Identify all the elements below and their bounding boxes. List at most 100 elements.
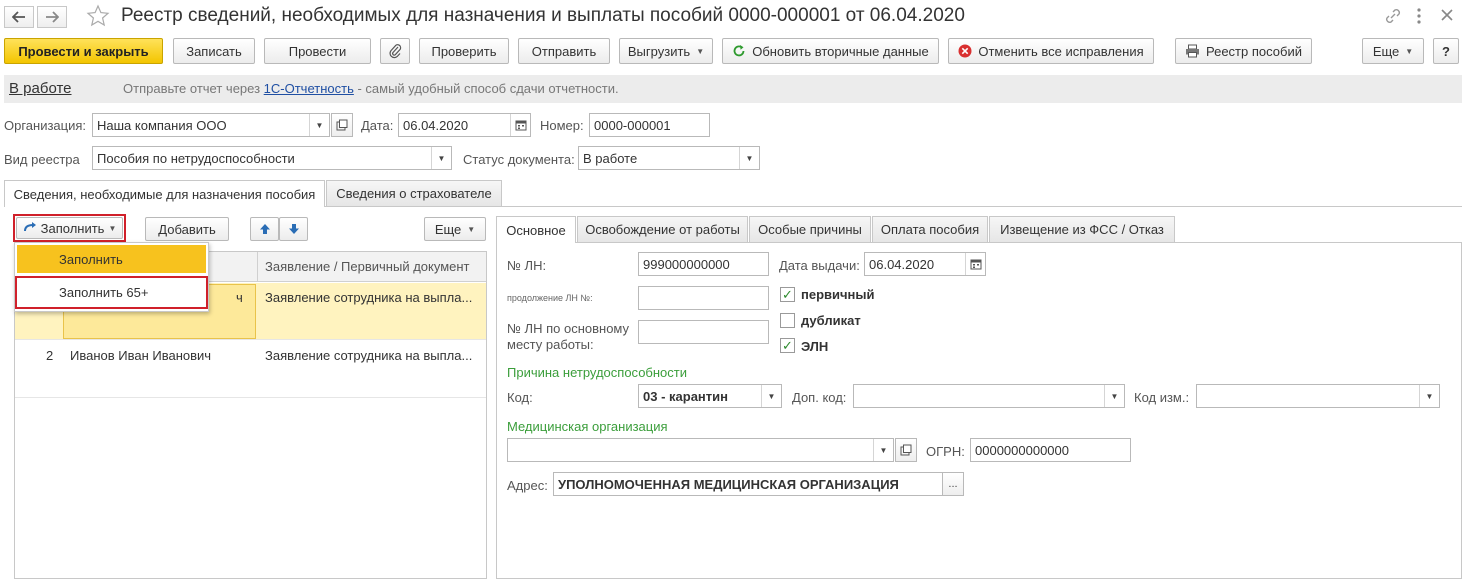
tab-main[interactable]: Основное — [496, 216, 576, 243]
row-1-name-tail: ч — [236, 290, 243, 305]
duplicate-checkbox[interactable] — [780, 313, 795, 328]
address-field[interactable]: УПОЛНОМОЧЕННАЯ МЕДИЦИНСКАЯ ОРГАНИЗАЦИЯ — [553, 472, 943, 496]
document-status-value: В работе — [583, 150, 638, 166]
chevron-down-icon[interactable]: ▼ — [431, 147, 451, 169]
menu-item-fill-65[interactable]: Заполнить 65+ — [15, 276, 208, 309]
number-value: 0000-000001 — [594, 117, 671, 133]
left-more-button[interactable]: Еще ▼ — [424, 217, 486, 241]
tab-benefit-payment[interactable]: Оплата пособия — [872, 216, 988, 242]
cancel-fixes-button[interactable]: Отменить все исправления — [948, 38, 1154, 64]
document-status-field[interactable]: В работе ▼ — [578, 146, 760, 170]
date-field[interactable]: 06.04.2020 — [398, 113, 531, 137]
reporting-link[interactable]: 1С-Отчетность — [264, 81, 354, 96]
fill-label: Заполнить — [40, 220, 105, 236]
primary-checkbox[interactable]: ✓ — [780, 287, 795, 302]
registry-type-value: Пособия по нетрудоспособности — [97, 150, 295, 166]
open-medical-org-button[interactable] — [895, 438, 917, 462]
ogrn-value: 0000000000000 — [975, 442, 1069, 458]
back-button[interactable] — [4, 6, 34, 28]
code-value: 03 - карантин — [643, 388, 728, 404]
benefits-registry-label: Реестр пособий — [1206, 43, 1302, 59]
organization-label: Организация: — [4, 118, 87, 133]
calendar-icon[interactable] — [965, 253, 985, 275]
info-text-after: - самый удобный способ сдачи отчетности. — [353, 81, 619, 96]
tab-fss-notice[interactable]: Извещение из ФСС / Отказ — [989, 216, 1175, 242]
registry-type-field[interactable]: Пособия по нетрудоспособности ▼ — [92, 146, 452, 170]
continuation-field[interactable] — [638, 286, 769, 310]
more-button[interactable]: Еще ▼ — [1362, 38, 1424, 64]
chevron-down-icon: ▼ — [696, 46, 705, 56]
send-button[interactable]: Отправить — [518, 38, 610, 64]
post-and-close-button[interactable]: Провести и закрыть — [4, 38, 163, 64]
row-2-name: Иванов Иван Иванович — [70, 348, 212, 363]
extra-code-field[interactable]: ▼ — [853, 384, 1125, 408]
address-label: Адрес: — [507, 478, 548, 493]
ln-number-field[interactable]: 999000000000 — [638, 252, 769, 276]
chevron-down-icon[interactable]: ▼ — [761, 385, 781, 407]
refresh-secondary-button[interactable]: Обновить вторичные данные — [722, 38, 939, 64]
forward-button[interactable] — [37, 6, 67, 28]
status-link[interactable]: В работе — [9, 80, 72, 97]
eln-checkbox[interactable]: ✓ — [780, 338, 795, 353]
chevron-down-icon[interactable]: ▼ — [309, 114, 329, 136]
benefits-registry-button[interactable]: Реестр пособий — [1175, 38, 1312, 64]
ln-number-label: № ЛН: — [507, 258, 547, 273]
menu-item-fill[interactable]: Заполнить — [17, 245, 206, 273]
fill-arrow-icon — [23, 222, 36, 232]
paperclip-icon — [389, 44, 402, 59]
change-code-field[interactable]: ▼ — [1196, 384, 1440, 408]
tab-benefit-info[interactable]: Сведения, необходимые для назначения пос… — [4, 180, 325, 207]
cancel-icon — [958, 44, 972, 58]
duplicate-label: дубликат — [801, 313, 861, 328]
fill-dropdown-menu: Заполнить Заполнить 65+ — [14, 242, 209, 312]
ln-number-value: 999000000000 — [643, 256, 730, 272]
move-down-button[interactable] — [279, 217, 308, 241]
calendar-icon[interactable] — [510, 114, 530, 136]
close-icon[interactable] — [1440, 8, 1458, 26]
arrow-right-icon — [46, 11, 59, 23]
refresh-icon — [733, 45, 745, 57]
chevron-down-icon[interactable]: ▼ — [739, 147, 759, 169]
chevron-down-icon: ▼ — [108, 223, 117, 233]
add-button[interactable]: Добавить — [145, 217, 229, 241]
address-select-button[interactable]: ... — [942, 472, 964, 496]
fill-button[interactable]: Заполнить ▼ — [16, 217, 123, 239]
date-value: 06.04.2020 — [403, 117, 469, 133]
code-field[interactable]: 03 - карантин ▼ — [638, 384, 782, 408]
organization-field[interactable]: Наша компания ООО ▼ — [92, 113, 330, 137]
arrow-down-icon — [288, 224, 299, 234]
change-code-label: Код изм.: — [1134, 390, 1190, 405]
main-job-ln-field[interactable] — [638, 320, 769, 344]
column-statement-header[interactable]: Заявление / Первичный документ — [265, 259, 470, 274]
title-bar: Реестр сведений, необходимых для назначе… — [0, 0, 1465, 36]
save-button[interactable]: Записать — [173, 38, 255, 64]
left-more-label: Еще — [434, 221, 462, 237]
chevron-down-icon[interactable]: ▼ — [1419, 385, 1439, 407]
tab-special-reasons[interactable]: Особые причины — [749, 216, 871, 242]
ogrn-field[interactable]: 0000000000000 — [970, 438, 1131, 462]
chevron-down-icon[interactable]: ▼ — [873, 439, 893, 461]
number-field[interactable]: 0000-000001 — [589, 113, 710, 137]
organization-value: Наша компания ООО — [97, 117, 227, 133]
link-icon[interactable] — [1384, 7, 1404, 27]
chevron-down-icon: ▼ — [1405, 46, 1414, 56]
tab-work-release[interactable]: Освобождение от работы — [577, 216, 748, 242]
open-organization-button[interactable] — [331, 113, 353, 137]
move-up-button[interactable] — [250, 217, 279, 241]
chevron-down-icon[interactable]: ▼ — [1104, 385, 1124, 407]
issue-date-value: 06.04.2020 — [869, 256, 935, 272]
check-button[interactable]: Проверить — [419, 38, 509, 64]
upload-button[interactable]: Выгрузить ▼ — [619, 38, 713, 64]
issue-date-field[interactable]: 06.04.2020 — [864, 252, 986, 276]
tab-insurer-info[interactable]: Сведения о страхователе — [326, 180, 502, 206]
attach-button[interactable] — [380, 38, 410, 64]
more-vert-icon[interactable] — [1416, 7, 1430, 27]
favorite-star-icon[interactable] — [86, 4, 112, 30]
header-divider — [257, 252, 258, 282]
post-button[interactable]: Провести — [264, 38, 371, 64]
medical-org-field[interactable]: ▼ — [507, 438, 894, 462]
menu-item-fill-65-label: Заполнить 65+ — [59, 285, 149, 300]
help-button[interactable]: ? — [1433, 38, 1459, 64]
open-icon — [336, 119, 348, 131]
row-2-number: 2 — [46, 348, 54, 363]
